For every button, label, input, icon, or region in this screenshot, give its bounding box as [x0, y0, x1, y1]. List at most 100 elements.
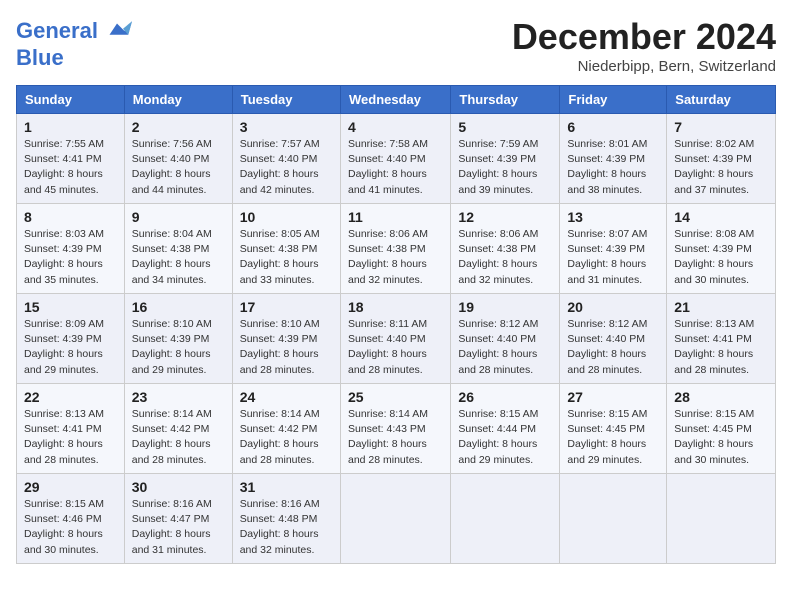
- day-number: 20: [567, 299, 659, 315]
- day-number: 25: [348, 389, 443, 405]
- day-info: Sunrise: 8:14 AM Sunset: 4:42 PM Dayligh…: [240, 407, 333, 468]
- day-info: Sunrise: 8:16 AM Sunset: 4:48 PM Dayligh…: [240, 497, 333, 558]
- calendar-day-cell: 22Sunrise: 8:13 AM Sunset: 4:41 PM Dayli…: [17, 384, 125, 474]
- calendar-day-cell: 29Sunrise: 8:15 AM Sunset: 4:46 PM Dayli…: [17, 474, 125, 564]
- weekday-header-sunday: Sunday: [17, 86, 125, 114]
- weekday-header-thursday: Thursday: [451, 86, 560, 114]
- title-block: December 2024 Niederbipp, Bern, Switzerl…: [512, 16, 776, 75]
- day-info: Sunrise: 8:01 AM Sunset: 4:39 PM Dayligh…: [567, 137, 659, 198]
- weekday-header-monday: Monday: [124, 86, 232, 114]
- calendar-empty-cell: [451, 474, 560, 564]
- calendar-day-cell: 3 Sunrise: 7:57 AM Sunset: 4:40 PM Daylig…: [232, 114, 340, 204]
- calendar-day-cell: 16 Sunrise: 8:10 AM Sunset: 4:39 PM Dayli…: [124, 294, 232, 384]
- day-info: Sunrise: 8:11 AM Sunset: 4:40 PM Dayligh…: [348, 317, 443, 378]
- day-number: 26: [458, 389, 552, 405]
- day-info: Sunrise: 8:13 AM Sunset: 4:41 PM Dayligh…: [24, 407, 117, 468]
- day-number: 31: [240, 479, 333, 495]
- day-number: 27: [567, 389, 659, 405]
- day-info: Sunrise: 8:06 AM Sunset: 4:38 PM Dayligh…: [348, 227, 443, 288]
- day-number: 17: [240, 299, 333, 315]
- calendar-day-cell: 21Sunrise: 8:13 AM Sunset: 4:41 PM Dayli…: [667, 294, 776, 384]
- day-number: 6: [567, 119, 659, 135]
- page-header: General Blue December 2024 Niederbipp, B…: [16, 16, 776, 75]
- calendar-week-row: 1 Sunrise: 7:55 AM Sunset: 4:41 PM Daylig…: [17, 114, 776, 204]
- weekday-header-friday: Friday: [560, 86, 667, 114]
- calendar-day-cell: 28 Sunrise: 8:15 AM Sunset: 4:45 PM Dayli…: [667, 384, 776, 474]
- weekday-header-tuesday: Tuesday: [232, 86, 340, 114]
- calendar-day-cell: 23Sunrise: 8:14 AM Sunset: 4:42 PM Dayli…: [124, 384, 232, 474]
- day-number: 28: [674, 389, 768, 405]
- calendar-day-cell: 17 Sunrise: 8:10 AM Sunset: 4:39 PM Dayli…: [232, 294, 340, 384]
- calendar-day-cell: 25 Sunrise: 8:14 AM Sunset: 4:43 PM Dayli…: [340, 384, 450, 474]
- calendar-day-cell: 4Sunrise: 7:58 AM Sunset: 4:40 PM Daylig…: [340, 114, 450, 204]
- day-info: Sunrise: 7:57 AM Sunset: 4:40 PM Dayligh…: [240, 137, 333, 198]
- day-info: Sunrise: 8:10 AM Sunset: 4:39 PM Dayligh…: [240, 317, 333, 378]
- calendar-day-cell: 15 Sunrise: 8:09 AM Sunset: 4:39 PM Dayli…: [17, 294, 125, 384]
- calendar-day-cell: 27 Sunrise: 8:15 AM Sunset: 4:45 PM Dayli…: [560, 384, 667, 474]
- calendar-empty-cell: [667, 474, 776, 564]
- day-info: Sunrise: 8:07 AM Sunset: 4:39 PM Dayligh…: [567, 227, 659, 288]
- day-number: 10: [240, 209, 333, 225]
- calendar-day-cell: 14 Sunrise: 8:08 AM Sunset: 4:39 PM Dayli…: [667, 204, 776, 294]
- calendar-day-cell: 5 Sunrise: 7:59 AM Sunset: 4:39 PM Daylig…: [451, 114, 560, 204]
- calendar-week-row: 22Sunrise: 8:13 AM Sunset: 4:41 PM Dayli…: [17, 384, 776, 474]
- calendar-day-cell: 18 Sunrise: 8:11 AM Sunset: 4:40 PM Dayli…: [340, 294, 450, 384]
- day-number: 14: [674, 209, 768, 225]
- calendar-day-cell: 26 Sunrise: 8:15 AM Sunset: 4:44 PM Dayli…: [451, 384, 560, 474]
- calendar-day-cell: 13 Sunrise: 8:07 AM Sunset: 4:39 PM Dayli…: [560, 204, 667, 294]
- calendar-day-cell: 19Sunrise: 8:12 AM Sunset: 4:40 PM Dayli…: [451, 294, 560, 384]
- month-title: December 2024: [512, 16, 776, 58]
- day-info: Sunrise: 8:02 AM Sunset: 4:39 PM Dayligh…: [674, 137, 768, 198]
- day-number: 24: [240, 389, 333, 405]
- day-info: Sunrise: 8:14 AM Sunset: 4:43 PM Dayligh…: [348, 407, 443, 468]
- day-info: Sunrise: 8:15 AM Sunset: 4:45 PM Dayligh…: [674, 407, 768, 468]
- day-number: 7: [674, 119, 768, 135]
- day-info: Sunrise: 8:08 AM Sunset: 4:39 PM Dayligh…: [674, 227, 768, 288]
- calendar-day-cell: 6 Sunrise: 8:01 AM Sunset: 4:39 PM Daylig…: [560, 114, 667, 204]
- day-number: 12: [458, 209, 552, 225]
- calendar-day-cell: 1 Sunrise: 7:55 AM Sunset: 4:41 PM Daylig…: [17, 114, 125, 204]
- day-number: 15: [24, 299, 117, 315]
- day-number: 1: [24, 119, 117, 135]
- calendar-day-cell: 20 Sunrise: 8:12 AM Sunset: 4:40 PM Dayli…: [560, 294, 667, 384]
- weekday-header-saturday: Saturday: [667, 86, 776, 114]
- calendar-day-cell: 24 Sunrise: 8:14 AM Sunset: 4:42 PM Dayli…: [232, 384, 340, 474]
- calendar-week-row: 29Sunrise: 8:15 AM Sunset: 4:46 PM Dayli…: [17, 474, 776, 564]
- day-info: Sunrise: 7:56 AM Sunset: 4:40 PM Dayligh…: [132, 137, 225, 198]
- logo-text-general: General: [16, 18, 98, 43]
- logo-text-blue: Blue: [16, 46, 132, 70]
- day-number: 18: [348, 299, 443, 315]
- day-info: Sunrise: 8:10 AM Sunset: 4:39 PM Dayligh…: [132, 317, 225, 378]
- logo: General Blue: [16, 16, 132, 70]
- day-info: Sunrise: 8:09 AM Sunset: 4:39 PM Dayligh…: [24, 317, 117, 378]
- calendar-day-cell: 2 Sunrise: 7:56 AM Sunset: 4:40 PM Daylig…: [124, 114, 232, 204]
- day-number: 16: [132, 299, 225, 315]
- day-number: 2: [132, 119, 225, 135]
- location: Niederbipp, Bern, Switzerland: [512, 58, 776, 75]
- day-info: Sunrise: 8:15 AM Sunset: 4:44 PM Dayligh…: [458, 407, 552, 468]
- day-number: 21: [674, 299, 768, 315]
- calendar-day-cell: 12 Sunrise: 8:06 AM Sunset: 4:38 PM Dayli…: [451, 204, 560, 294]
- day-number: 3: [240, 119, 333, 135]
- day-info: Sunrise: 7:59 AM Sunset: 4:39 PM Dayligh…: [458, 137, 552, 198]
- day-number: 13: [567, 209, 659, 225]
- day-number: 9: [132, 209, 225, 225]
- weekday-header-row: SundayMondayTuesdayWednesdayThursdayFrid…: [17, 86, 776, 114]
- calendar-day-cell: 8Sunrise: 8:03 AM Sunset: 4:39 PM Daylig…: [17, 204, 125, 294]
- day-info: Sunrise: 8:15 AM Sunset: 4:45 PM Dayligh…: [567, 407, 659, 468]
- day-info: Sunrise: 7:55 AM Sunset: 4:41 PM Dayligh…: [24, 137, 117, 198]
- day-info: Sunrise: 8:12 AM Sunset: 4:40 PM Dayligh…: [567, 317, 659, 378]
- day-info: Sunrise: 8:14 AM Sunset: 4:42 PM Dayligh…: [132, 407, 225, 468]
- calendar-day-cell: 30Sunrise: 8:16 AM Sunset: 4:47 PM Dayli…: [124, 474, 232, 564]
- calendar-empty-cell: [560, 474, 667, 564]
- day-number: 19: [458, 299, 552, 315]
- calendar-day-cell: 7 Sunrise: 8:02 AM Sunset: 4:39 PM Daylig…: [667, 114, 776, 204]
- calendar-table: SundayMondayTuesdayWednesdayThursdayFrid…: [16, 85, 776, 564]
- day-info: Sunrise: 7:58 AM Sunset: 4:40 PM Dayligh…: [348, 137, 443, 198]
- day-info: Sunrise: 8:05 AM Sunset: 4:38 PM Dayligh…: [240, 227, 333, 288]
- day-info: Sunrise: 8:04 AM Sunset: 4:38 PM Dayligh…: [132, 227, 225, 288]
- day-number: 5: [458, 119, 552, 135]
- day-number: 30: [132, 479, 225, 495]
- day-info: Sunrise: 8:03 AM Sunset: 4:39 PM Dayligh…: [24, 227, 117, 288]
- day-info: Sunrise: 8:06 AM Sunset: 4:38 PM Dayligh…: [458, 227, 552, 288]
